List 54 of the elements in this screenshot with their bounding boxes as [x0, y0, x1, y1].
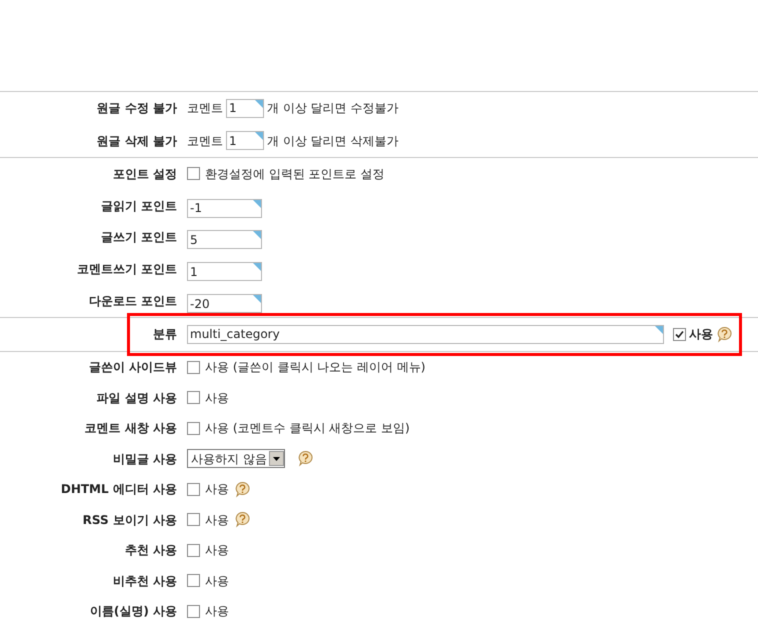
input-field[interactable]: 1 — [226, 98, 264, 118]
checkbox-label: 사용 — [689, 326, 713, 344]
checkbox[interactable] — [673, 328, 686, 341]
input-field[interactable]: -1 — [187, 198, 262, 218]
checkbox[interactable] — [187, 482, 200, 496]
checkbox-label: 사용 — [205, 572, 229, 590]
checkbox-label: 사용 — [205, 512, 229, 529]
field-label: 추천 사용 — [124, 542, 177, 560]
field-label: 포인트 설정 — [112, 166, 177, 183]
help-icon[interactable] — [296, 450, 314, 468]
field-label: 원글 수정 불가 — [96, 100, 177, 118]
field-label: 파일 설명 사용 — [96, 390, 177, 407]
checkbox[interactable] — [187, 391, 200, 404]
checkbox-label: 사용 (코멘트수 클릭시 새창으로 보임) — [205, 420, 410, 438]
field-label: 글읽기 포인트 — [100, 198, 177, 215]
input-field[interactable]: 1 — [187, 262, 262, 282]
input-field[interactable]: 1 — [226, 131, 264, 150]
field-text: 코멘트 — [187, 100, 223, 118]
dropdown[interactable]: 사용하지 않음 — [187, 449, 285, 468]
field-text: 개 이상 달리면 삭제불가 — [267, 132, 398, 150]
field-label: 글쓰기 포인트 — [100, 229, 177, 246]
checkbox-label: 사용 — [205, 542, 229, 560]
field-label: RSS 보이기 사용 — [82, 512, 177, 529]
checkbox[interactable] — [187, 513, 200, 526]
checkbox[interactable] — [187, 422, 200, 435]
checkbox[interactable] — [187, 574, 200, 588]
checkbox-label: 사용 — [205, 603, 229, 620]
checkbox[interactable] — [187, 360, 200, 374]
caret-icon — [268, 451, 284, 466]
field-label: DHTML 에디터 사용 — [60, 481, 177, 498]
input-field[interactable]: -20 — [187, 294, 262, 314]
checkbox[interactable] — [187, 604, 200, 618]
checkbox-label: 사용 — [205, 390, 229, 407]
checkbox-label: 사용 — [205, 481, 229, 498]
input-field[interactable]: multi_category — [187, 324, 664, 344]
field-label: 다운로드 포인트 — [88, 293, 177, 310]
help-icon[interactable] — [234, 511, 251, 528]
field-label: 비추천 사용 — [112, 572, 177, 590]
field-label: 원글 삭제 불가 — [96, 132, 177, 150]
field-label: 비밀글 사용 — [112, 450, 177, 468]
field-text: 코멘트 — [187, 132, 223, 150]
help-icon[interactable] — [234, 480, 251, 498]
input-field[interactable]: 5 — [187, 230, 262, 250]
field-label: 분류 — [153, 326, 177, 344]
checkbox-label: 사용 (글쓴이 클릭시 나오는 레이어 메뉴) — [205, 359, 426, 376]
field-text: 개 이상 달리면 수정불가 — [267, 100, 398, 118]
field-label: 코멘트 새창 사용 — [84, 420, 177, 438]
field-label: 이름(실명) 사용 — [90, 603, 177, 620]
field-label: 글쓴이 사이드뷰 — [88, 359, 177, 376]
checkbox[interactable] — [187, 544, 200, 557]
checkbox-label: 환경설정에 입력된 포인트로 설정 — [205, 166, 384, 183]
checkbox[interactable] — [187, 167, 200, 180]
help-icon[interactable] — [716, 326, 733, 343]
field-label: 코멘트쓰기 포인트 — [76, 261, 177, 278]
